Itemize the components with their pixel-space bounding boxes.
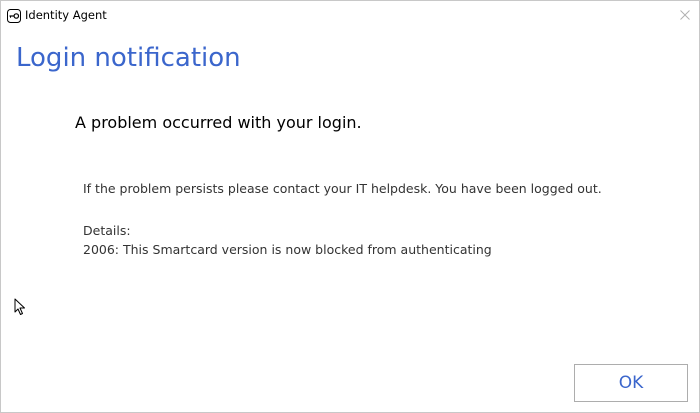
dialog-window: Identity Agent Login notification A prob… — [0, 0, 700, 413]
error-summary: A problem occurred with your login. — [75, 113, 362, 132]
details-text: 2006: This Smartcard version is now bloc… — [83, 242, 492, 257]
mouse-cursor-icon — [14, 298, 26, 316]
ok-button[interactable]: OK — [574, 364, 688, 402]
details-label: Details: — [83, 223, 131, 238]
window-title: Identity Agent — [25, 8, 107, 22]
page-title: Login notification — [16, 43, 241, 73]
key-icon — [7, 8, 21, 23]
title-bar[interactable]: Identity Agent — [1, 1, 699, 29]
close-button[interactable] — [675, 5, 695, 23]
error-message: If the problem persists please contact y… — [83, 181, 602, 196]
close-icon — [680, 5, 690, 24]
